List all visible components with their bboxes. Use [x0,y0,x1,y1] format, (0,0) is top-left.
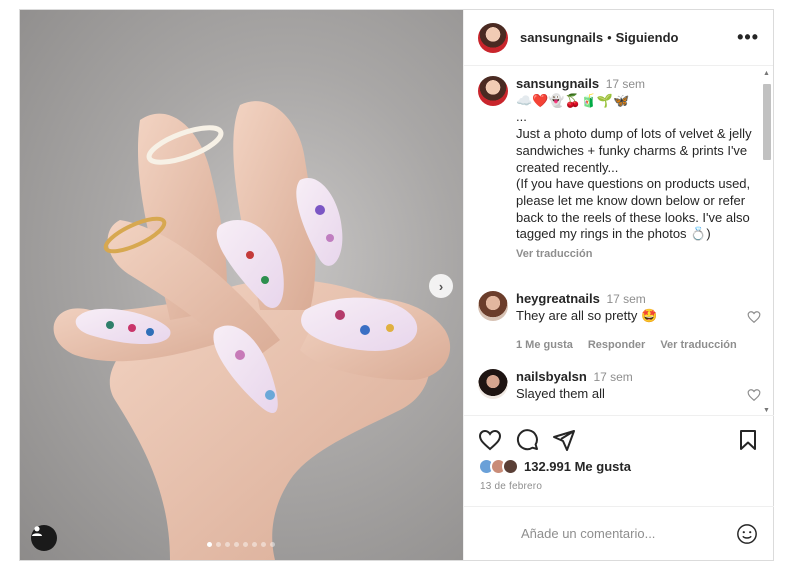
carousel-dot [234,542,239,547]
reply-button[interactable]: Responder [588,337,645,354]
carousel-dot [261,542,266,547]
caption-username[interactable]: sansungnails [516,76,599,91]
likes-count[interactable]: 132.991 Me gusta [524,459,631,474]
avatar[interactable] [478,291,508,321]
carousel-dot [207,542,212,547]
send-icon[interactable] [552,428,576,452]
header-username[interactable]: sansungnails [520,30,603,45]
following-button[interactable]: Siguiendo [616,30,679,45]
heart-icon[interactable] [478,428,502,452]
carousel-dot [225,542,230,547]
comment-username[interactable]: nailsbyalsn [516,369,587,384]
see-translation-link[interactable]: Ver traducción [516,246,592,263]
separator-dot: • [607,30,612,45]
carousel-indicator [207,542,275,547]
comment-body: nailsbyalsn 17 sem Slayed them all [516,369,758,402]
comment-like-heart-icon[interactable] [747,388,761,402]
comment-item: nailsbyalsn 17 sem Slayed them all [478,369,761,402]
caption-emojis: ☁️❤️👻🍒🧃🌱🦋 [516,92,630,108]
post-date[interactable]: 13 de febrero [480,481,542,492]
comment-like-heart-icon[interactable] [747,310,761,324]
comments-scrollbar[interactable]: ▲ ▼ [762,70,771,414]
avatar[interactable] [478,369,508,399]
user-tag-icon [32,526,42,536]
caption-body: sansungnails 17 sem ☁️❤️👻🍒🧃🌱🦋 ... Just a… [516,76,758,263]
action-bar [464,415,774,455]
comment-body: heygreatnails 17 sem They are all so pre… [516,291,758,354]
carousel-dot [270,542,275,547]
carousel-dot [243,542,248,547]
comment-icon[interactable] [515,428,539,452]
chevron-right-icon: › [438,278,444,294]
scroll-down-arrow-icon[interactable]: ▼ [763,407,770,414]
comment-likes-link[interactable]: 1 Me gusta [516,337,573,354]
emoji-icon[interactable] [736,523,758,545]
more-options-icon[interactable]: ••• [737,27,759,48]
caption: sansungnails 17 sem ☁️❤️👻🍒🧃🌱🦋 ... Just a… [478,76,758,263]
comment-time[interactable]: 17 sem [606,292,645,306]
hand-nails-illustration [53,101,451,560]
comment-time[interactable]: 17 sem [593,370,632,384]
carousel-dot [216,542,221,547]
comment-text: They are all so pretty 🤩 [516,307,658,323]
comment-meta: 1 Me gusta Responder Ver traducción [516,337,758,354]
post-photo[interactable]: › [20,10,463,560]
post-card: › sansungnails • Siguiendo ••• sansungna… [19,9,774,561]
liker-avatar[interactable] [502,458,519,475]
likes-summary: 132.991 Me gusta [478,458,631,475]
caption-time[interactable]: 17 sem [606,77,645,91]
add-comment-bar [464,506,774,560]
tagged-users-button[interactable] [31,525,57,551]
scroll-thumb[interactable] [763,84,771,160]
see-translation-link[interactable]: Ver traducción [660,337,736,354]
avatar[interactable] [478,22,508,53]
caption-text: ... Just a photo dump of lots of velvet … [516,109,752,242]
comments-list[interactable]: sansungnails 17 sem ☁️❤️👻🍒🧃🌱🦋 ... Just a… [464,67,774,415]
comment-text: Slayed them all [516,385,605,401]
post-side-panel: sansungnails • Siguiendo ••• sansungnail… [463,10,774,560]
comment-username[interactable]: heygreatnails [516,291,600,306]
comment-input[interactable] [521,526,736,541]
post-header: sansungnails • Siguiendo ••• [464,10,773,66]
next-slide-button[interactable]: › [429,274,453,298]
bookmark-icon[interactable] [736,428,760,452]
carousel-dot [252,542,257,547]
comment-item: heygreatnails 17 sem They are all so pre… [478,291,761,354]
avatar[interactable] [478,76,508,106]
scroll-up-arrow-icon[interactable]: ▲ [763,70,770,77]
